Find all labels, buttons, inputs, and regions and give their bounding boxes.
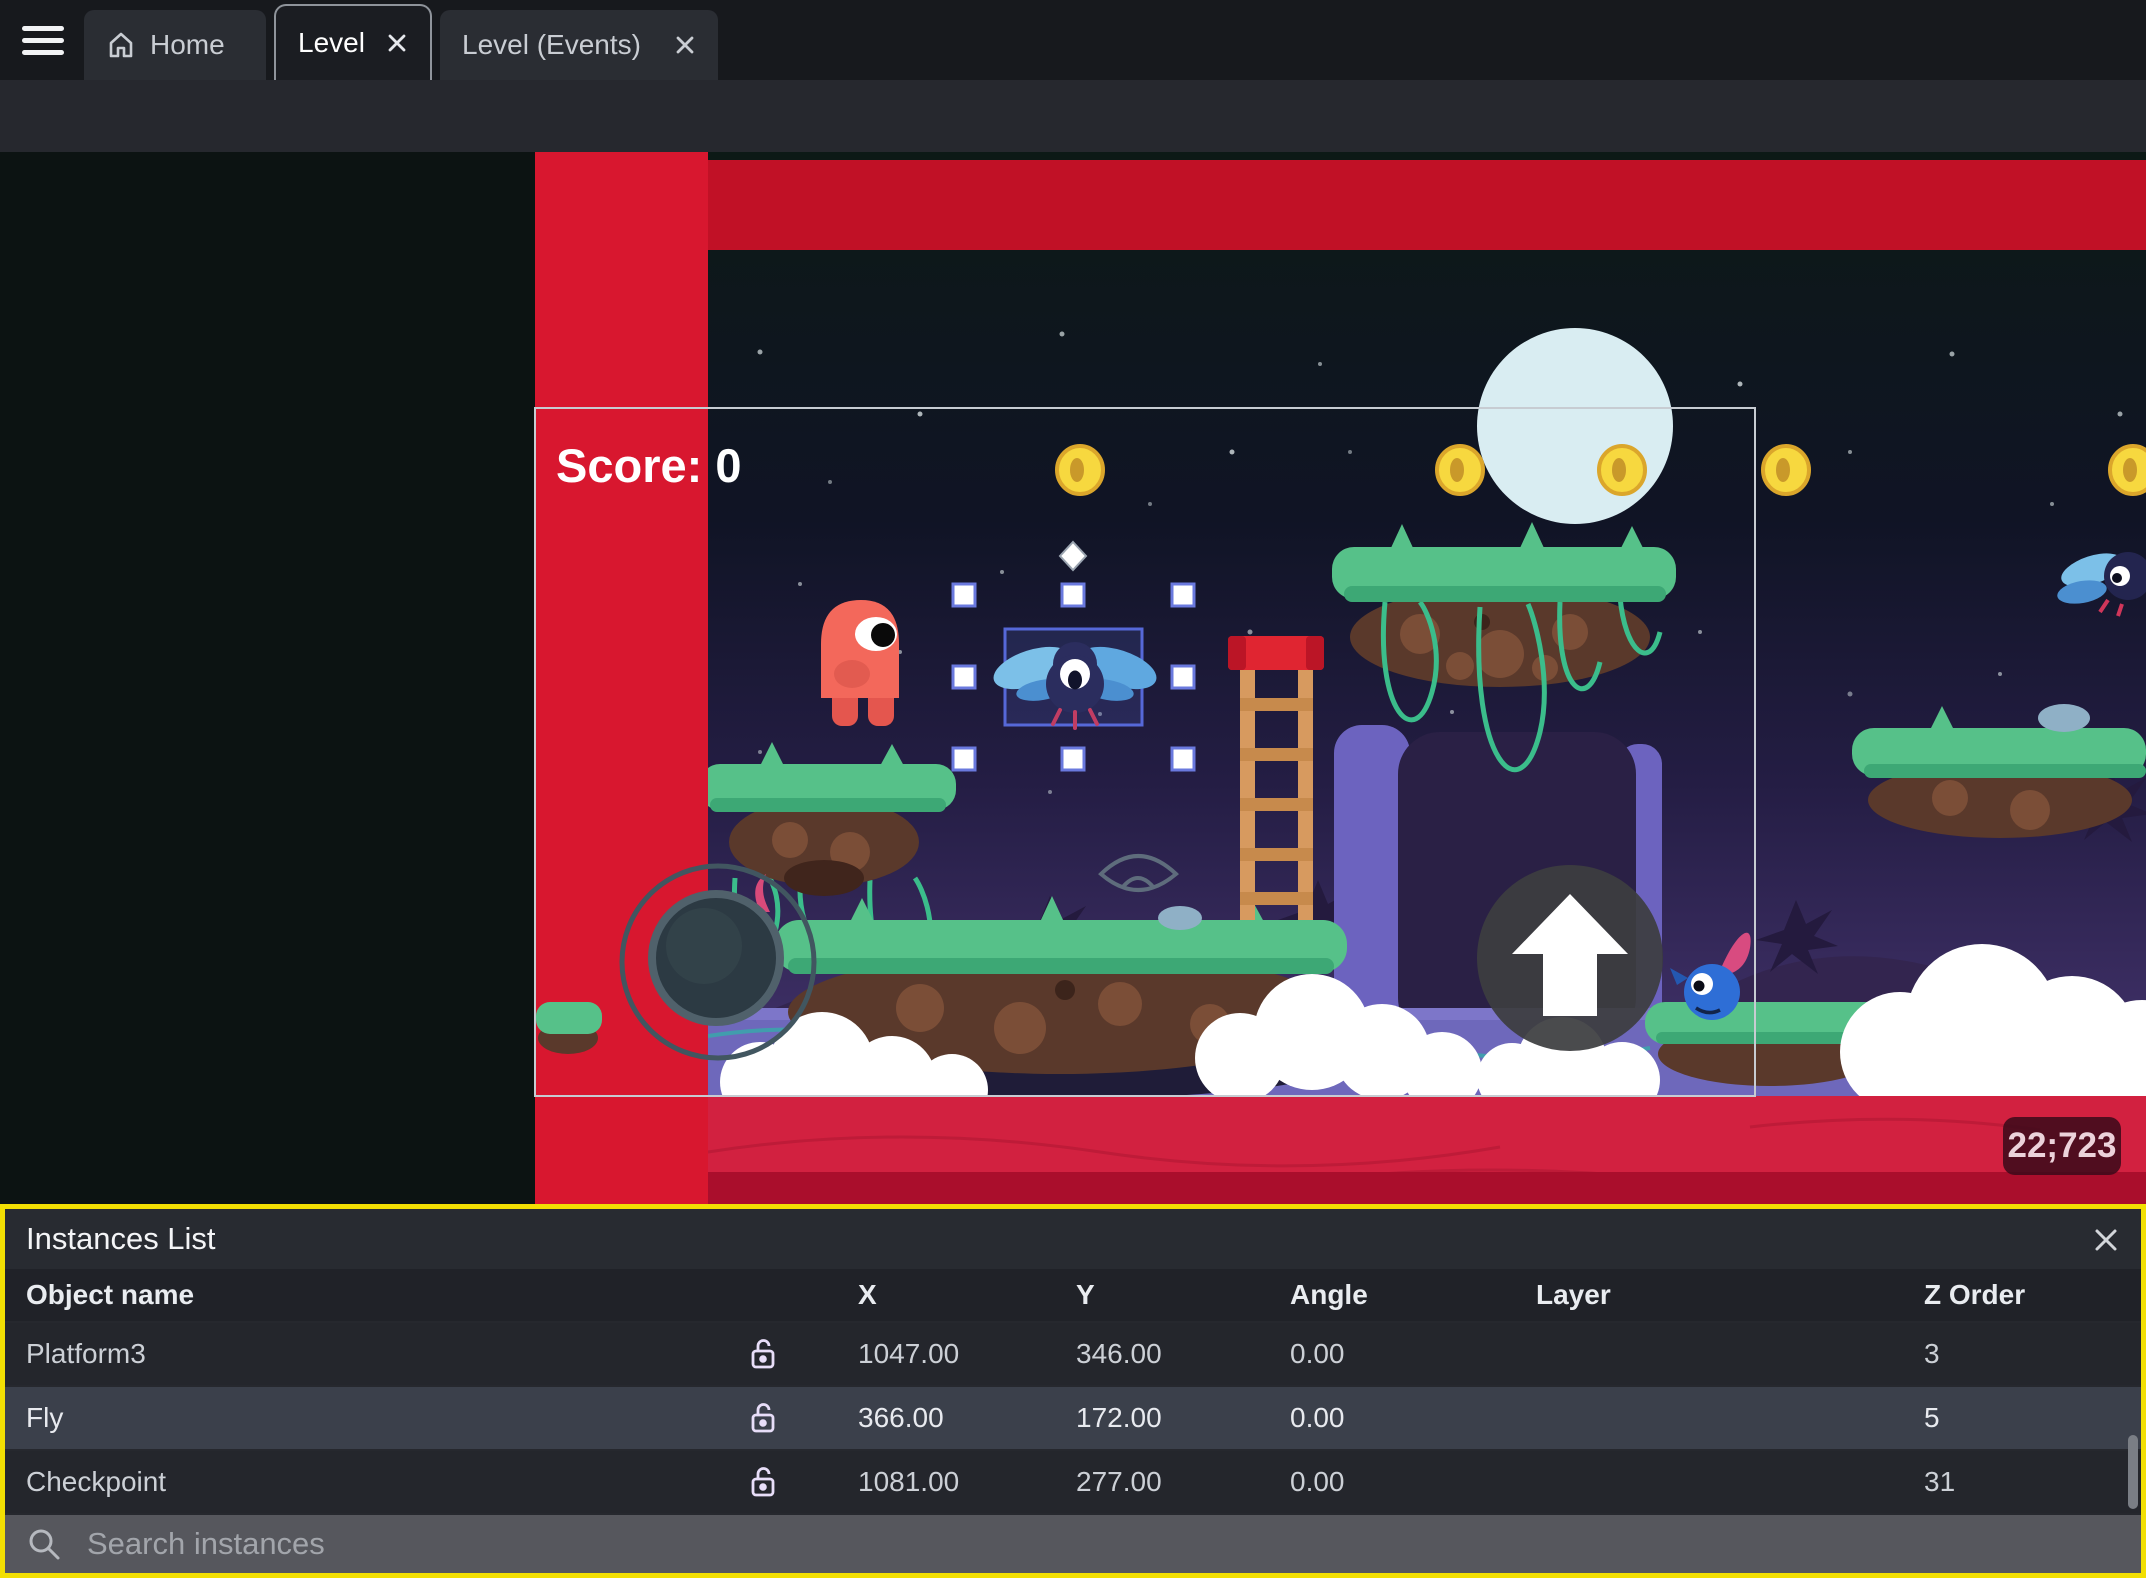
close-icon[interactable] (386, 32, 408, 54)
column-z-order[interactable]: Z Order (1906, 1279, 2141, 1311)
instance-y: 346.00 (1076, 1338, 1162, 1369)
instance-x: 1081.00 (858, 1466, 960, 1497)
jump-button[interactable] (1477, 865, 1663, 1051)
instance-name: Platform3 (26, 1338, 146, 1369)
column-y[interactable]: Y (1058, 1279, 1272, 1311)
column-layer[interactable]: Layer (1518, 1279, 1906, 1311)
score-text: Score: 0 (556, 439, 741, 492)
unlock-icon[interactable] (730, 1337, 840, 1371)
table-row-selected[interactable]: Fly 366.00 172.00 0.00 5 (5, 1387, 2141, 1449)
instances-search-bar (5, 1515, 2141, 1573)
instances-table-header: Object name X Y Angle Layer Z Order (5, 1269, 2141, 1321)
close-icon[interactable] (674, 34, 696, 56)
platform-edge-left (536, 1002, 602, 1054)
instance-z-order: 5 (1924, 1402, 1940, 1433)
instance-angle: 0.00 (1290, 1466, 1345, 1497)
column-x[interactable]: X (840, 1279, 1058, 1311)
close-icon[interactable] (2091, 1225, 2121, 1255)
moon (1477, 328, 1673, 524)
instances-list-title: Instances List (5, 1209, 2141, 1269)
instances-list-panel: Instances List Object name X Y Angle Lay… (0, 1204, 2146, 1578)
main-toolbar: Preview Publish (0, 80, 2146, 230)
instance-y: 277.00 (1076, 1466, 1162, 1497)
scrollbar-thumb[interactable] (2128, 1435, 2138, 1509)
instance-z-order: 31 (1924, 1466, 1956, 1497)
instance-y: 172.00 (1076, 1402, 1162, 1433)
table-row[interactable]: Platform3 1047.00 346.00 0.00 3 (5, 1323, 2141, 1385)
tab-home-label: Home (150, 29, 225, 60)
tab-level-events[interactable]: Level (Events) (440, 10, 718, 80)
instance-x: 366.00 (858, 1402, 944, 1433)
table-row[interactable]: Checkpoint 1081.00 277.00 0.00 31 (5, 1451, 2141, 1513)
tab-level-label: Level (298, 27, 365, 58)
search-icon (27, 1527, 61, 1561)
instance-name: Checkpoint (26, 1466, 167, 1497)
instance-z-order: 3 (1924, 1338, 1940, 1369)
instance-x: 1047.00 (858, 1338, 960, 1369)
tab-level-events-label: Level (Events) (462, 29, 641, 60)
home-icon (106, 30, 136, 60)
fly-selected-instance[interactable] (988, 627, 1161, 730)
column-angle[interactable]: Angle (1272, 1279, 1518, 1311)
scene-render: Score: 0 22;723 (0, 152, 2146, 1204)
tab-level[interactable]: Level (274, 4, 432, 80)
unlock-icon[interactable] (730, 1465, 840, 1499)
instance-angle: 0.00 (1290, 1338, 1345, 1369)
cursor-coordinates-text: 22;723 (2008, 1126, 2117, 1165)
canvas-outside-area (0, 152, 535, 1204)
unlock-icon[interactable] (730, 1401, 840, 1435)
instance-name: Fly (26, 1402, 64, 1433)
menu-icon[interactable] (22, 26, 64, 56)
red-band-top (708, 160, 2146, 250)
tab-bar: Home Level Level (Events) (0, 0, 2146, 80)
scene-editor-canvas[interactable]: Score: 0 22;723 (0, 152, 2146, 1204)
column-object-name[interactable]: Object name (5, 1279, 730, 1311)
editor-window: Home Level Level (Events) Preview (0, 0, 2146, 1578)
tab-home[interactable]: Home (84, 10, 266, 80)
instance-angle: 0.00 (1290, 1402, 1345, 1433)
search-input[interactable] (85, 1525, 1885, 1563)
